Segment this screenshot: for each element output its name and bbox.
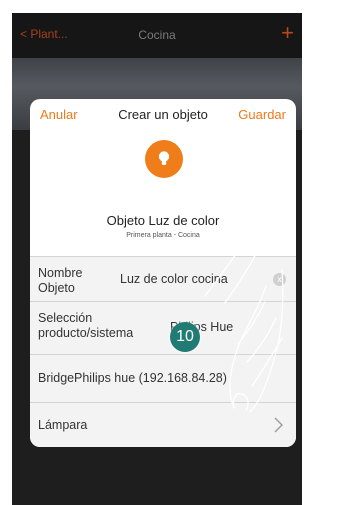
pointing-hand-illustration	[204, 213, 341, 413]
